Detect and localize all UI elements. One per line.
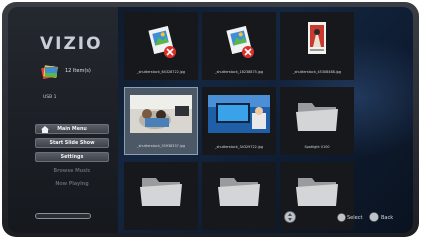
- now-playing-label: Now Playing: [55, 181, 89, 187]
- broken-image-icon: [148, 25, 176, 58]
- tile-label: _shutterstock_18238875.jpg: [214, 70, 264, 74]
- settings-label: Settings: [60, 154, 84, 160]
- back-button-icon: [369, 212, 379, 222]
- tile-label: _shutterstock_45308488.jpg: [292, 70, 342, 74]
- media-tile[interactable]: [124, 162, 198, 230]
- vizio-logo: VIZIO: [40, 34, 103, 54]
- media-tile[interactable]: _shutterstock_34329722.jpg: [202, 87, 276, 155]
- media-tile[interactable]: _shutterstock_18238875.jpg: [202, 12, 276, 80]
- tile-label: _shutterstock_64328722.jpg: [136, 70, 186, 74]
- browse-music-button[interactable]: Browse Music: [35, 166, 109, 176]
- media-tile[interactable]: _shutterstock_64328722.jpg: [124, 12, 198, 80]
- dpad-icon: [284, 211, 296, 223]
- photo-thumbnail: [130, 95, 192, 133]
- home-icon: [41, 126, 49, 133]
- tv-screen: VIZIO 12 Item(s) USB 1 Main Menu Start S…: [8, 7, 413, 233]
- folder-icon: [218, 178, 260, 206]
- back-hint: Back: [381, 215, 394, 221]
- photo-thumbnail: [208, 95, 270, 133]
- tile-label: Spotlight V100: [304, 145, 330, 149]
- media-tile[interactable]: _shutterstock_45308488.jpg: [280, 12, 354, 80]
- media-tile[interactable]: Spotlight V100: [280, 87, 354, 155]
- media-tile-selected[interactable]: _shutterstock_55938337.jpg: [124, 87, 198, 155]
- broken-image-icon: [226, 25, 254, 58]
- main-menu-label: Main Menu: [57, 126, 87, 132]
- photo-stack-icon: [41, 65, 58, 80]
- settings-button[interactable]: Settings: [35, 152, 109, 162]
- folder-icon: [296, 103, 338, 131]
- media-tile[interactable]: [202, 162, 276, 230]
- sidebar: VIZIO 12 Item(s) USB 1 Main Menu Start S…: [8, 7, 118, 233]
- main-menu-button[interactable]: Main Menu: [35, 124, 109, 134]
- scrollbar[interactable]: [35, 213, 91, 219]
- usb-source-label: USB 1: [43, 95, 57, 100]
- start-slide-show-label: Start Slide Show: [49, 140, 95, 146]
- tile-label: _shutterstock_55938337.jpg: [136, 144, 186, 148]
- poster-thumbnail: [308, 22, 326, 54]
- start-slide-show-button[interactable]: Start Slide Show: [35, 138, 109, 148]
- select-hint: Select: [347, 215, 363, 221]
- items-count: 12 Item(s): [65, 68, 91, 74]
- folder-icon: [296, 178, 338, 206]
- ok-button-icon: [337, 213, 346, 222]
- folder-icon: [140, 178, 182, 206]
- tile-label: _shutterstock_34329722.jpg: [214, 145, 264, 149]
- now-playing-button[interactable]: Now Playing: [35, 179, 109, 189]
- browse-music-label: Browse Music: [53, 168, 91, 174]
